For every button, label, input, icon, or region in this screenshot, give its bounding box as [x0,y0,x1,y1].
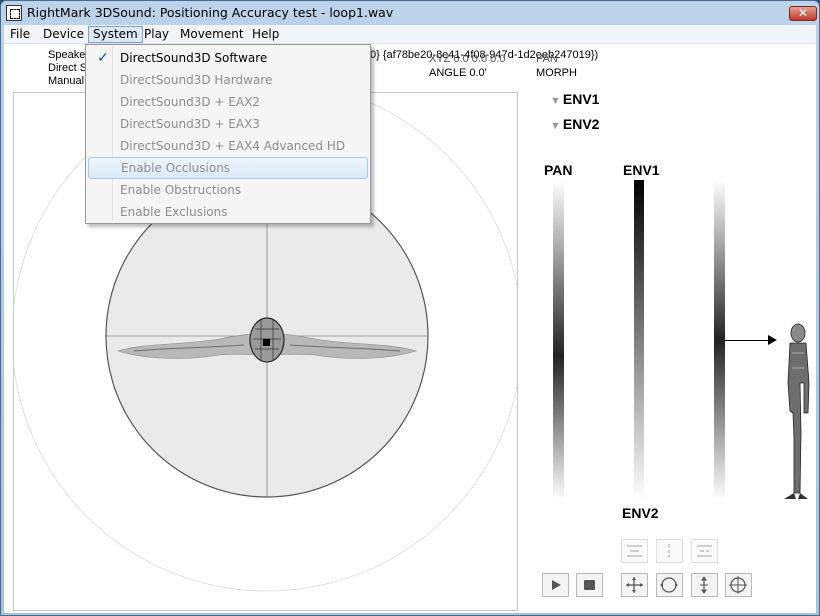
env2-triangle-icon: ▼ [550,120,561,132]
standing-person-icon [784,323,810,499]
menu-item-label: Enable Exclusions [120,205,228,219]
menu-movement[interactable]: Movement [176,26,248,43]
align-center-icon [668,544,670,558]
crosshair-button[interactable] [725,573,752,597]
rotate-button[interactable] [656,573,683,597]
env2-toggle[interactable]: ▼ ENV2 [550,116,599,132]
device-info: Speake Direct S Manual [48,49,87,88]
menu-item-ds3d-eax2[interactable]: DirectSound3D + EAX2 [88,91,368,113]
info-line-direct: Direct S [48,62,88,74]
play-icon [552,580,561,590]
pan-column-label: PAN [544,162,573,178]
menu-file[interactable]: File [6,26,34,43]
menu-item-ds3d-hardware[interactable]: DirectSound3D Hardware [88,69,368,91]
rotate-circle-icon [660,577,678,593]
menu-item-label: Enable Obstructions [120,183,242,197]
menu-play[interactable]: Play [140,26,173,43]
morph-label: MORPH [536,67,577,79]
menu-item-label: Enable Occlusions [121,161,231,175]
listener-head-icon[interactable] [249,317,285,363]
window-title: RightMark 3DSound: Positioning Accuracy … [27,5,394,20]
move-all-button[interactable] [621,573,648,597]
menu-item-ds3d-eax3[interactable]: DirectSound3D + EAX3 [88,113,368,135]
info-line-speaker: Speake [48,49,86,61]
env2-column-label: ENV2 [622,505,659,521]
env1-triangle-icon: ▼ [550,95,561,107]
menu-item-enable-exclusions[interactable]: Enable Exclusions [88,201,368,223]
app-window: RightMark 3DSound: Positioning Accuracy … [0,0,820,616]
env1-toggle-label: ENV1 [562,91,600,107]
stop-icon [584,580,595,590]
check-icon: ✓ [97,50,109,66]
align-bottom-icon [697,545,712,557]
menu-system[interactable]: System [88,26,143,43]
align-bottom-button[interactable] [691,539,718,563]
title-bar[interactable]: RightMark 3DSound: Positioning Accuracy … [1,1,819,25]
menu-device[interactable]: Device [39,26,88,43]
env1-column-label: ENV1 [623,162,660,178]
close-button[interactable]: ✕ [789,6,817,21]
menu-item-label: DirectSound3D Software [120,51,268,65]
env1-toggle[interactable]: ▼ ENV1 [550,91,599,107]
menu-item-enable-occlusions[interactable]: Enable Occlusions [88,157,368,179]
move-vertical-button[interactable] [691,573,718,597]
align-top-button[interactable] [621,539,648,563]
menu-item-label: DirectSound3D + EAX3 [120,117,260,131]
menu-item-label: DirectSound3D + EAX2 [120,95,260,109]
menu-item-enable-obstructions[interactable]: Enable Obstructions [88,179,368,201]
play-button[interactable] [542,573,569,597]
system-dropdown-menu: ✓ DirectSound3D Software DirectSound3D H… [85,44,371,224]
xyz-readout: XYZ 0.0 0.0 0.0 [429,53,506,65]
pan-header: PAN [536,53,558,65]
crosshair-circle-icon [729,576,747,594]
env-gradient-bar[interactable] [634,180,644,500]
align-top-icon [627,545,642,557]
app-icon[interactable] [6,5,22,21]
menu-bar: File Device System Play Movement Help [4,25,816,44]
move-arrows-icon [626,577,643,593]
env2-toggle-label: ENV2 [562,116,600,132]
menu-item-ds3d-eax4[interactable]: DirectSound3D + EAX4 Advanced HD [88,135,368,157]
angle-readout: ANGLE 0.0' [429,67,487,79]
menu-help[interactable]: Help [248,26,283,43]
pan-gradient-bar[interactable] [553,180,564,500]
align-center-button[interactable] [656,539,683,563]
vertical-arrows-icon [700,576,708,594]
menu-item-label: DirectSound3D + EAX4 Advanced HD [120,139,346,153]
menu-item-label: DirectSound3D Hardware [120,73,273,87]
stop-button[interactable] [576,573,603,597]
distance-pointer-line [724,340,772,341]
menu-item-ds3d-software[interactable]: ✓ DirectSound3D Software [88,47,368,69]
info-line-manual: Manual [48,75,85,87]
